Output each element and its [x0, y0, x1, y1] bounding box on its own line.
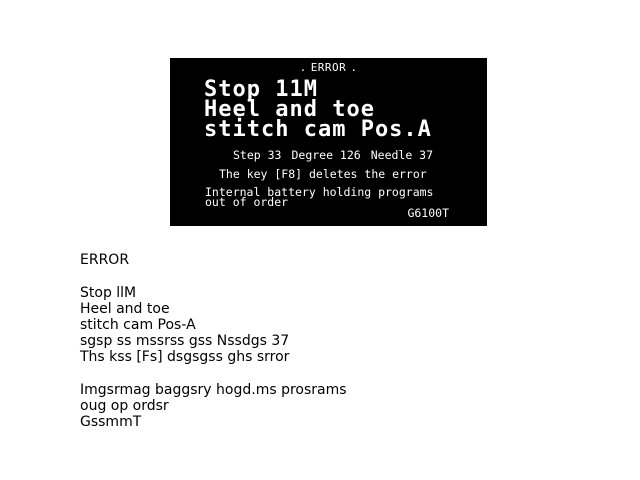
f8-message: The key [F8] deletes the error — [219, 167, 427, 181]
title-dot-left: . — [299, 61, 307, 74]
transcript-line: sgsp ss mssrss gss Nssdgs 37 — [80, 333, 290, 349]
step-degree-needle-line: Step 33 Degree 126 Needle 37 — [233, 148, 443, 162]
transcript-spacer — [80, 365, 347, 382]
ocr-transcript: ERROR Stop llM Heel and toe stitch cam P… — [80, 252, 347, 430]
degree-value: Degree 126 — [291, 148, 361, 162]
transcript-line: Heel and toe — [80, 301, 170, 317]
transcript-header: ERROR — [80, 252, 130, 268]
transcript-line: Ths kss [Fs] dsgsgss ghs srror — [80, 349, 290, 365]
transcript-line: oug op ordsr — [80, 398, 169, 414]
error-code: G6100T — [407, 206, 449, 220]
display-title: . ERROR. — [170, 61, 487, 74]
transcript-spacer — [80, 268, 347, 285]
battery-message: Internal battery holding programs out of… — [205, 186, 433, 208]
transcript-line: stitch cam Pos-A — [80, 317, 196, 333]
error-main-message: Stop 11M Heel and toe stitch cam Pos.A — [204, 79, 432, 142]
step-value: Step 33 — [233, 148, 282, 162]
transcript-line: Imgsrmag baggsry hogd.ms prosrams — [80, 382, 347, 398]
transcript-line: Stop llM — [80, 285, 137, 301]
display-title-text: ERROR — [310, 61, 347, 74]
transcript-line: GssmmT — [80, 414, 142, 430]
needle-value: Needle 37 — [370, 148, 434, 162]
error-display-screen: . ERROR. Stop 11M Heel and toe stitch cam… — [170, 58, 487, 226]
error-line-cam: stitch cam Pos.A — [204, 117, 432, 142]
title-dot-right: . — [350, 61, 358, 74]
